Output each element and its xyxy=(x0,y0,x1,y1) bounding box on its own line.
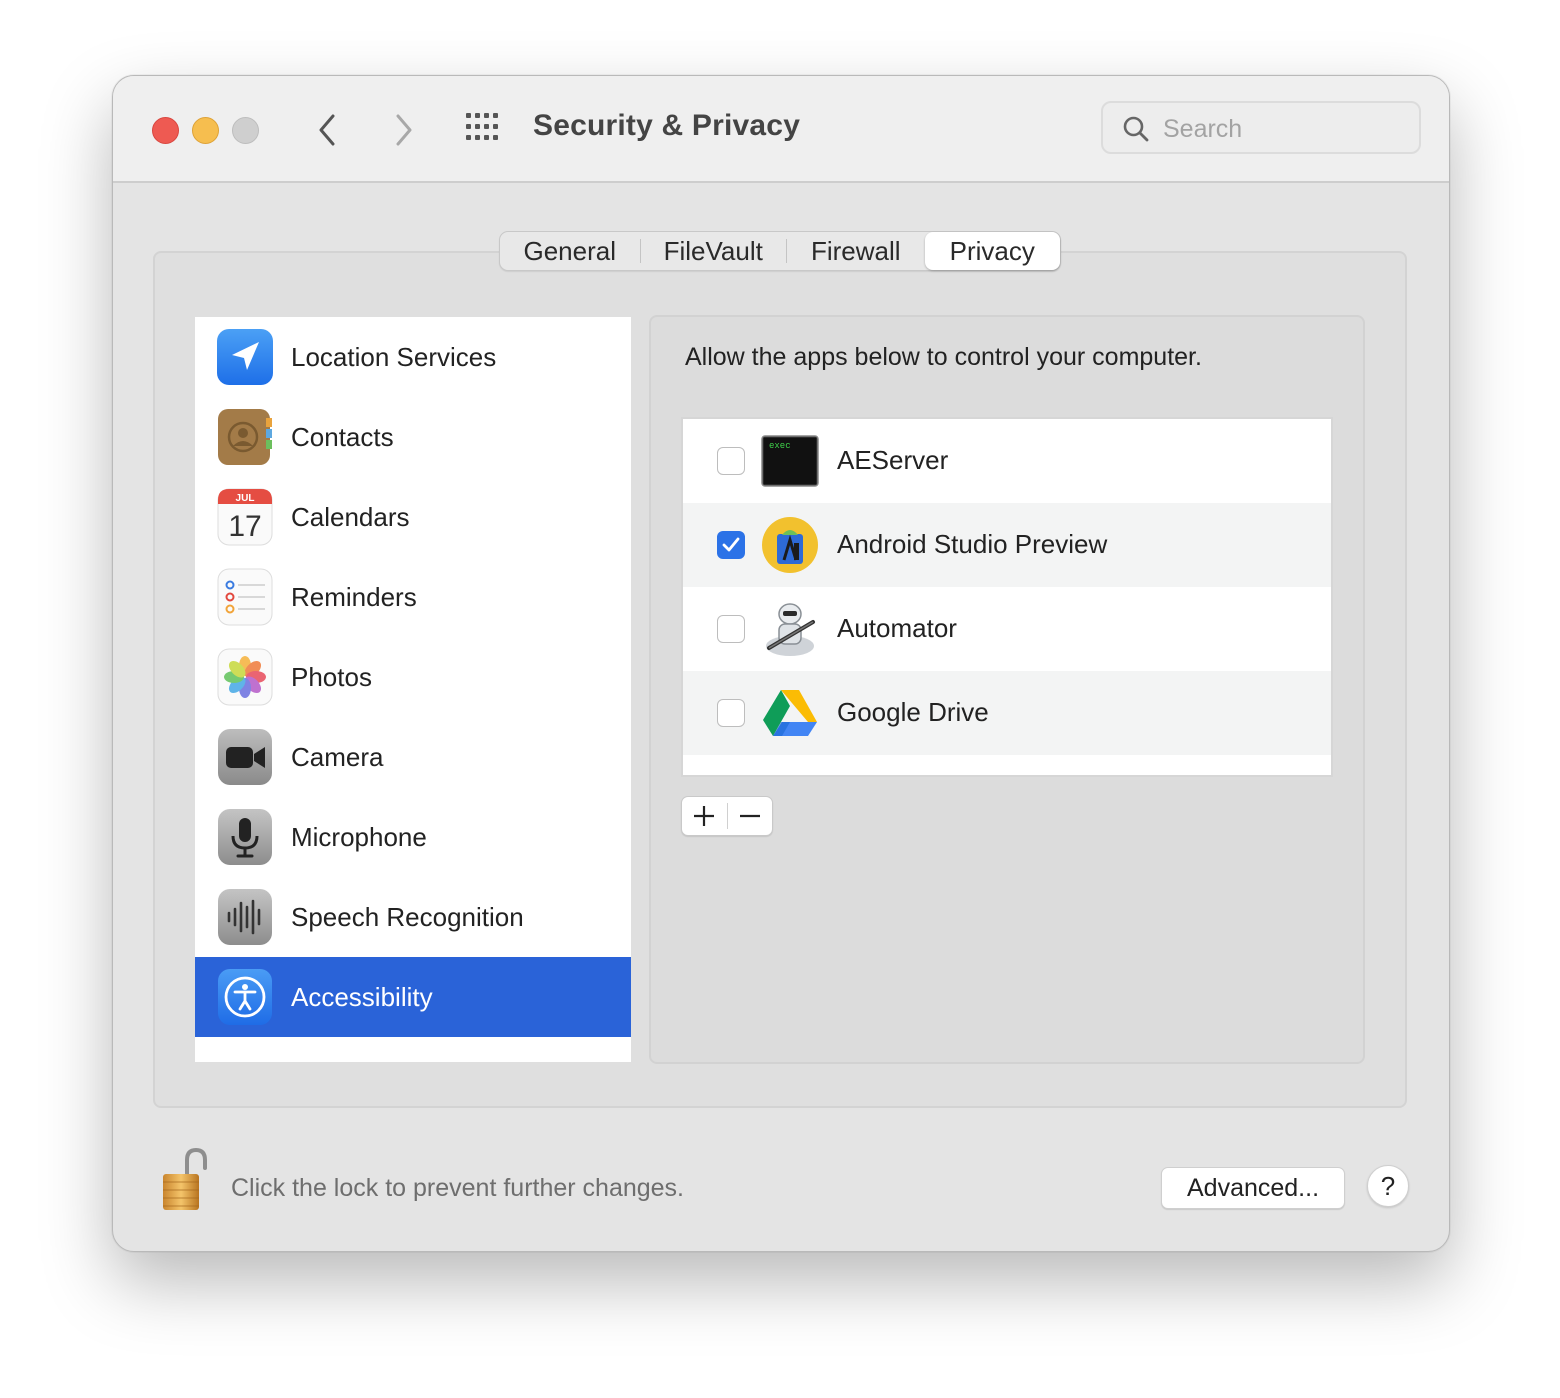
search-icon xyxy=(1123,116,1149,142)
app-name: Google Drive xyxy=(837,697,989,727)
waveform-icon xyxy=(218,889,272,945)
tab-bar: General FileVault Firewall Privacy xyxy=(499,231,1061,271)
app-row-automator[interactable]: Automator xyxy=(683,587,1331,671)
help-button[interactable]: ? xyxy=(1367,1165,1409,1207)
google-drive-icon xyxy=(763,690,817,736)
lock-status-text: Click the lock to prevent further change… xyxy=(231,1174,685,1202)
sidebar-item-label: Reminders xyxy=(291,581,417,612)
tab-general[interactable]: General xyxy=(500,232,640,270)
pane-description: Allow the apps below to control your com… xyxy=(685,343,1202,371)
contacts-book-icon xyxy=(218,409,272,465)
sidebar-item-label: Location Services xyxy=(291,341,497,372)
checkmark-icon xyxy=(722,537,740,552)
microphone-icon xyxy=(218,809,272,865)
sidebar-item-label: Accessibility xyxy=(291,981,433,1012)
app-row-android-studio-preview[interactable]: Android Studio Preview xyxy=(683,503,1331,587)
window-title: Security & Privacy xyxy=(533,109,801,142)
app-name: AEServer xyxy=(837,445,949,475)
preferences-window: Security & Privacy General FileVault Fir… xyxy=(112,75,1450,1252)
app-row-partial xyxy=(683,755,1331,777)
app-name: Android Studio Preview xyxy=(837,529,1108,559)
chevron-left-icon xyxy=(319,114,335,146)
accessibility-pane: Allow the apps below to control your com… xyxy=(649,315,1365,1064)
remove-app-button[interactable] xyxy=(727,797,772,835)
calendar-month-text: JUL xyxy=(236,493,255,504)
minus-icon xyxy=(739,814,760,818)
app-checkbox[interactable] xyxy=(717,531,745,559)
terminal-exec-text: exec xyxy=(769,441,791,451)
app-name: Automator xyxy=(837,613,957,643)
forward-button[interactable] xyxy=(386,110,420,150)
add-app-button[interactable] xyxy=(682,797,727,835)
app-list[interactable]: exec AEServer Android Studio Preview Aut… xyxy=(681,417,1333,777)
sidebar-item-camera[interactable]: Camera xyxy=(195,717,631,797)
sidebar-item-calendars[interactable]: JUL 17 Calendars xyxy=(195,477,631,557)
android-studio-icon xyxy=(762,517,818,573)
calendar-icon: JUL 17 xyxy=(217,488,273,546)
photos-flower-icon xyxy=(217,648,273,706)
back-button[interactable] xyxy=(311,110,345,150)
automator-robot-icon xyxy=(766,603,815,656)
unlocked-padlock-icon[interactable] xyxy=(161,1146,213,1212)
title-bar: Security & Privacy xyxy=(113,76,1449,183)
app-row-aeserver[interactable]: exec AEServer xyxy=(683,419,1331,503)
camera-icon xyxy=(218,729,272,785)
search-field[interactable] xyxy=(1101,101,1421,154)
advanced-button[interactable]: Advanced... xyxy=(1161,1167,1345,1209)
app-checkbox[interactable] xyxy=(717,615,745,643)
partial-app-icon xyxy=(761,768,819,777)
sidebar-item-microphone[interactable]: Microphone xyxy=(195,797,631,877)
privacy-category-list[interactable]: Location Services Contacts JUL 17 Calend… xyxy=(195,317,631,1062)
sidebar-item-label: Contacts xyxy=(291,421,394,452)
terminal-exec-icon: exec xyxy=(761,435,819,487)
chevron-right-icon xyxy=(396,114,412,146)
reminders-icon xyxy=(217,568,273,626)
tab-filevault[interactable]: FileVault xyxy=(641,232,786,270)
search-input[interactable] xyxy=(1161,112,1405,146)
app-checkbox[interactable] xyxy=(717,699,745,727)
sidebar-item-accessibility[interactable]: Accessibility xyxy=(195,957,631,1037)
sidebar-item-location-services[interactable]: Location Services xyxy=(195,317,631,397)
sidebar-item-label: Speech Recognition xyxy=(291,901,524,932)
zoom-window-button xyxy=(232,117,259,144)
show-all-button[interactable] xyxy=(465,112,505,144)
sidebar-item-photos[interactable]: Photos xyxy=(195,637,631,717)
sidebar-item-label: Photos xyxy=(291,661,372,692)
add-remove-control xyxy=(681,796,773,836)
sidebar-item-reminders[interactable]: Reminders xyxy=(195,557,631,637)
sidebar-item-label: Camera xyxy=(291,741,384,772)
sidebar-item-speech-recognition[interactable]: Speech Recognition xyxy=(195,877,631,957)
tab-firewall[interactable]: Firewall xyxy=(787,232,925,270)
sidebar-item-contacts[interactable]: Contacts xyxy=(195,397,631,477)
tab-privacy[interactable]: Privacy xyxy=(924,232,1061,270)
calendar-day-text: 17 xyxy=(228,510,261,543)
sidebar-item-label: Microphone xyxy=(291,821,427,852)
accessibility-icon xyxy=(218,969,272,1025)
app-row-google-drive[interactable]: Google Drive xyxy=(683,671,1331,755)
grid-dots-icon xyxy=(466,113,498,140)
plus-icon xyxy=(694,806,715,826)
minimize-window-button[interactable] xyxy=(192,117,219,144)
location-arrow-icon xyxy=(217,329,273,385)
app-checkbox[interactable] xyxy=(717,447,745,475)
close-window-button[interactable] xyxy=(152,117,179,144)
sidebar-item-label: Calendars xyxy=(291,501,410,532)
